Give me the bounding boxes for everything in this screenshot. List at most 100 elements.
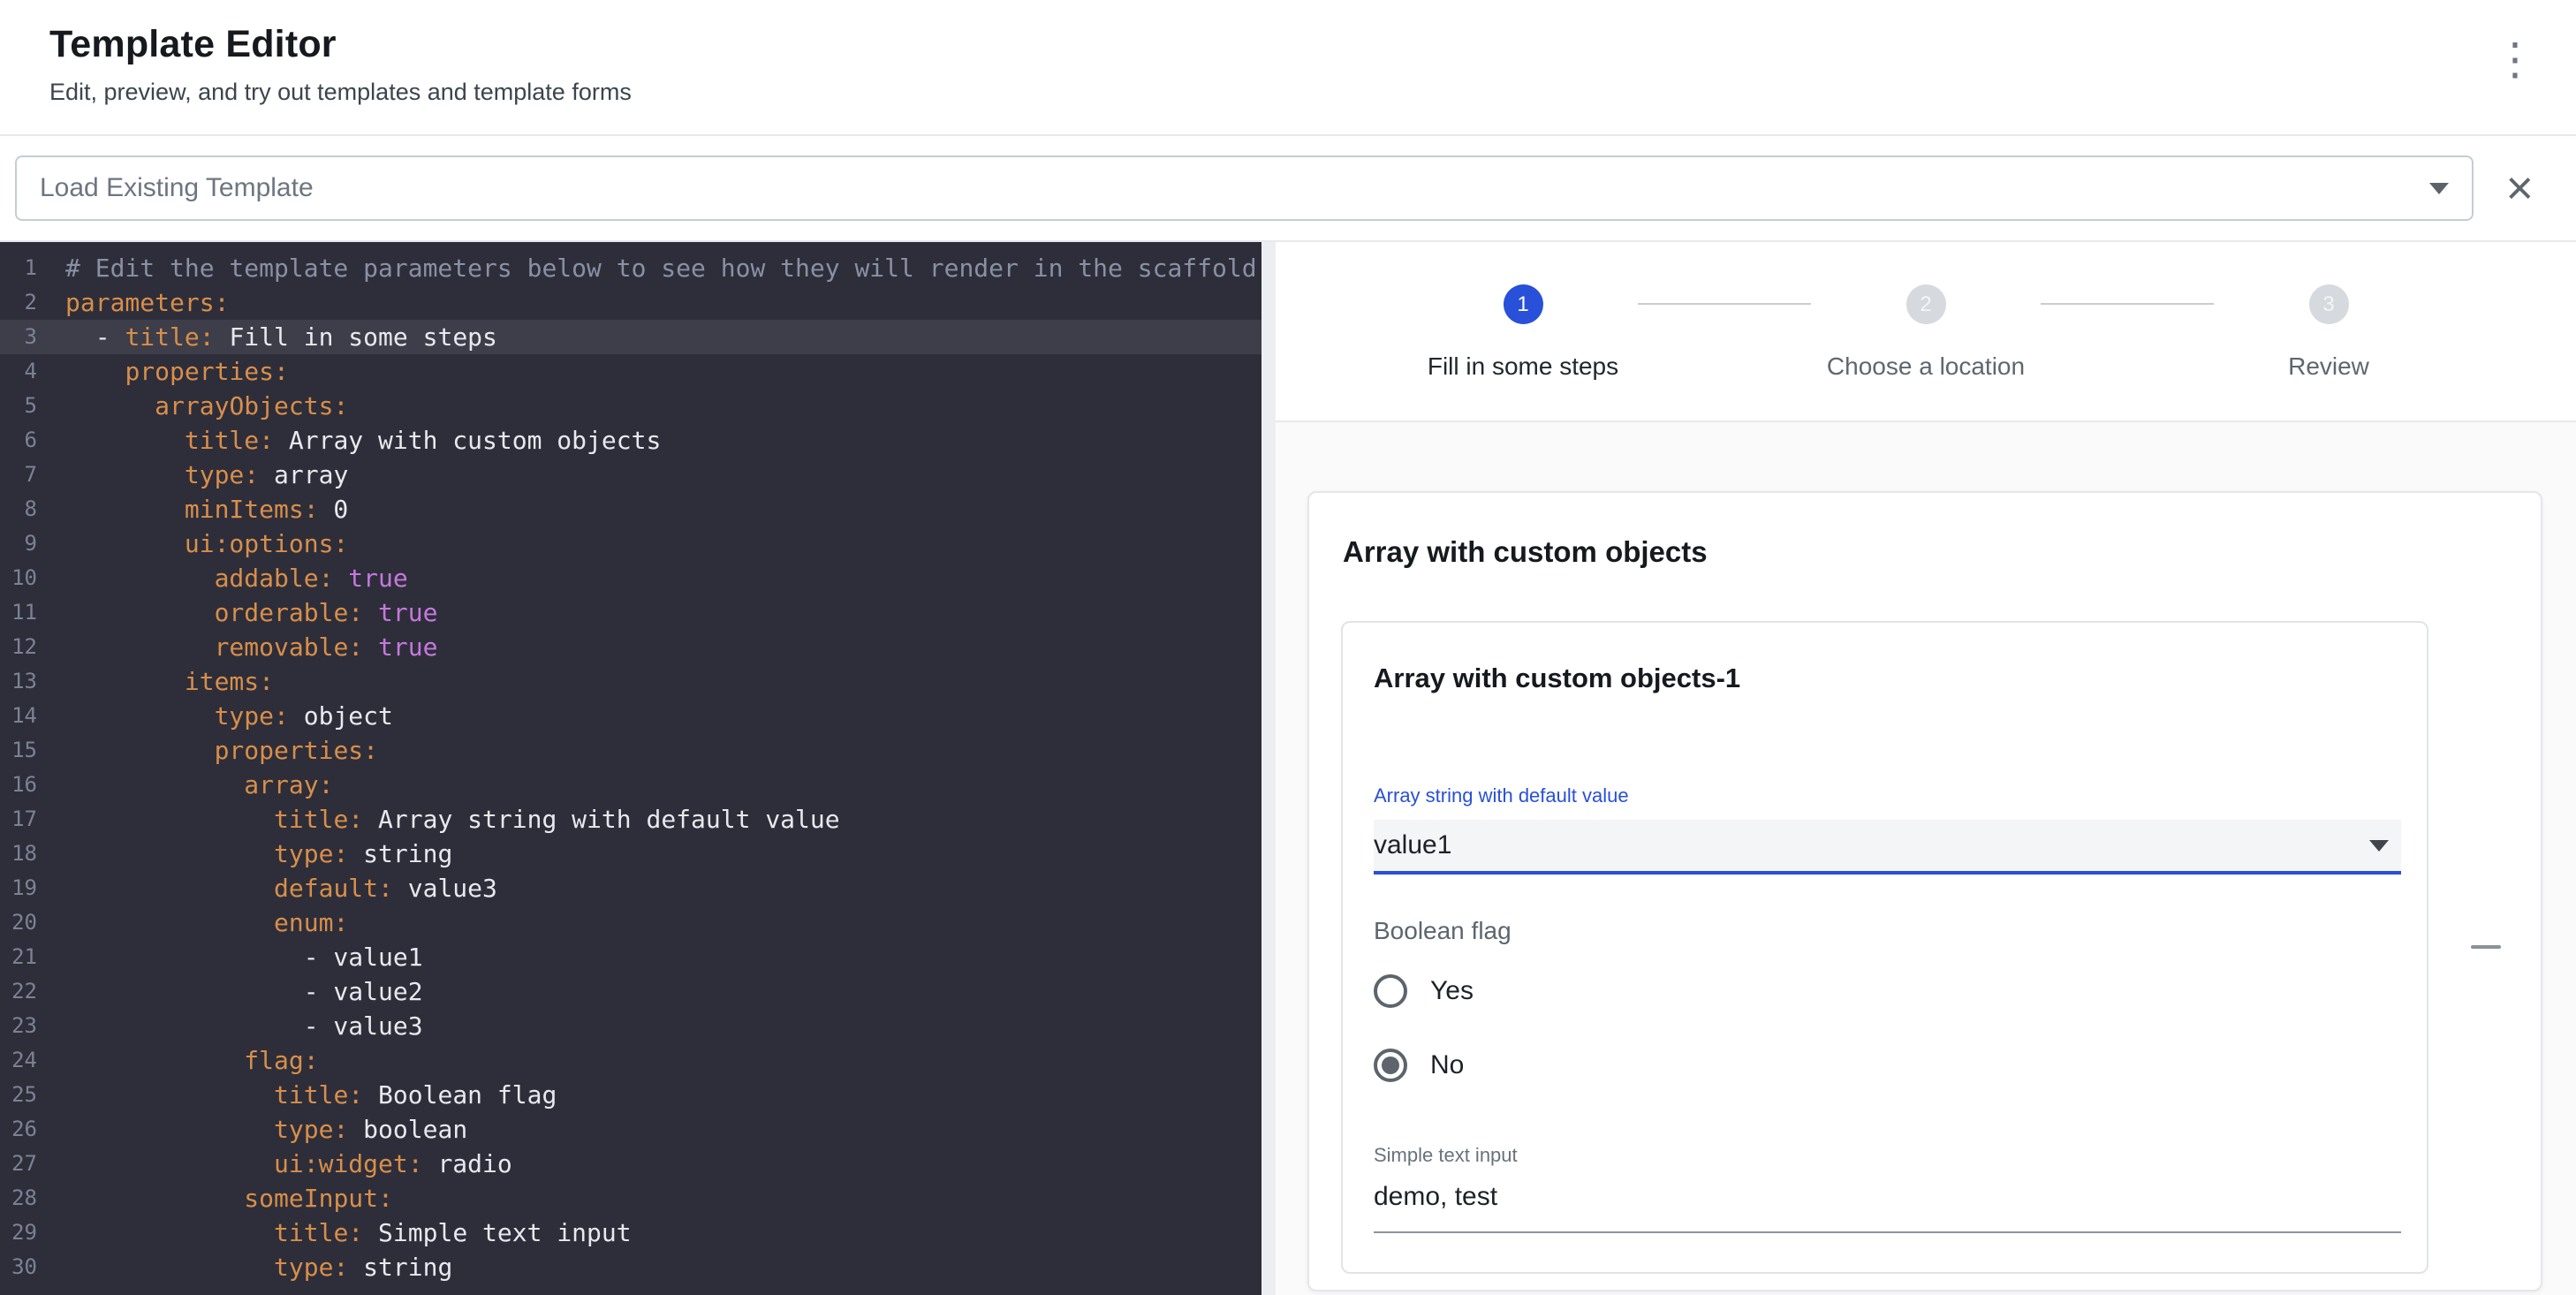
page-title: Template Editor	[49, 23, 632, 66]
code-text: flag:	[65, 1043, 319, 1078]
code-line-16[interactable]: 16 array:	[0, 768, 1261, 802]
code-line-10[interactable]: 10 addable: true	[0, 561, 1261, 595]
code-text: type: string	[65, 837, 452, 871]
code-line-5[interactable]: 5 arrayObjects:	[0, 389, 1261, 423]
page-header: Template Editor Edit, preview, and try o…	[0, 0, 2576, 136]
code-line-3[interactable]: 3 - title: Fill in some steps	[0, 320, 1261, 354]
code-text: type: array	[65, 458, 348, 492]
code-text: array:	[65, 768, 333, 802]
header-text: Template Editor Edit, preview, and try o…	[49, 23, 632, 106]
code-text: items:	[65, 664, 274, 699]
code-line-28[interactable]: 28 someInput:	[0, 1181, 1261, 1215]
code-line-23[interactable]: 23 - value3	[0, 1009, 1261, 1043]
stepper: 1 Fill in some steps 2Choose a location 3Re…	[1276, 242, 2576, 422]
code-line-17[interactable]: 17 title: Array string with default valu…	[0, 802, 1261, 837]
line-number: 29	[0, 1215, 37, 1250]
form-section-title: Array with custom objects	[1343, 535, 1708, 569]
code-line-24[interactable]: 24 flag:	[0, 1043, 1261, 1078]
step-choose-a-location[interactable]: 2Choose a location	[1811, 284, 2041, 381]
remove-item-button[interactable]	[2462, 928, 2510, 966]
code-line-1[interactable]: 1# Edit the template parameters below to…	[0, 251, 1261, 285]
line-number: 11	[0, 595, 37, 630]
line-number: 2	[0, 285, 37, 320]
code-line-19[interactable]: 19 default: value3	[0, 871, 1261, 905]
select-caret-icon	[2369, 840, 2389, 852]
dropdown-caret-icon	[2429, 183, 2449, 194]
step-fill-in-some-steps[interactable]: 1 Fill in some steps	[1408, 284, 1638, 381]
code-line-2[interactable]: 2 parameters:	[0, 285, 1261, 320]
line-number: 7	[0, 458, 37, 492]
code-text: minItems: 0	[65, 492, 348, 526]
editor-scrollbar[interactable]	[1261, 242, 1276, 1295]
load-existing-template-select[interactable]: Load Existing Template	[15, 155, 2474, 221]
array-select[interactable]: value1	[1374, 820, 2401, 875]
code-line-26[interactable]: 26 type: boolean	[0, 1112, 1261, 1147]
radio-option-yes[interactable]: Yes	[1374, 970, 1474, 1012]
code-text: title: Boolean flag	[65, 1078, 557, 1112]
radio-option-label: No	[1430, 1050, 1464, 1080]
page-subtitle: Edit, preview, and try out templates and…	[49, 79, 632, 106]
code-line-15[interactable]: 15 properties:	[0, 733, 1261, 768]
code-text: properties:	[65, 733, 378, 768]
content-split: 1# Edit the template parameters below to…	[0, 242, 2576, 1295]
code-line-22[interactable]: 22 - value2	[0, 974, 1261, 1009]
code-line-20[interactable]: 20 enum:	[0, 905, 1261, 940]
code-line-9[interactable]: 9 ui:options:	[0, 526, 1261, 561]
overflow-menu-icon[interactable]: ⋮	[2493, 37, 2537, 81]
line-number: 14	[0, 699, 37, 733]
code-text: arrayObjects:	[65, 389, 348, 423]
radio-icon	[1374, 1049, 1407, 1082]
code-line-12[interactable]: 12 removable: true	[0, 630, 1261, 664]
line-number: 10	[0, 561, 37, 595]
code-line-27[interactable]: 27 ui:widget: radio	[0, 1147, 1261, 1181]
code-line-21[interactable]: 21 - value1	[0, 940, 1261, 974]
line-number: 15	[0, 733, 37, 768]
form-preview-area: Array with custom objects Array with cus…	[1276, 422, 2576, 1295]
code-text: title: Array string with default value	[65, 802, 840, 837]
code-line-30[interactable]: 30 type: string	[0, 1250, 1261, 1284]
code-text: orderable: true	[65, 595, 437, 630]
code-line-14[interactable]: 14 type: object	[0, 699, 1261, 733]
text-input-underline	[1374, 1231, 2401, 1233]
code-line-8[interactable]: 8 minItems: 0	[0, 492, 1261, 526]
code-text: removable: true	[65, 630, 437, 664]
code-text: - value1	[65, 940, 423, 974]
code-line-13[interactable]: 13 items:	[0, 664, 1261, 699]
yaml-code-editor[interactable]: 1# Edit the template parameters below to…	[0, 242, 1261, 1295]
line-number: 25	[0, 1078, 37, 1112]
step-label: Fill in some steps	[1428, 352, 1618, 381]
array-item-title: Array with custom objects-1	[1374, 663, 1740, 694]
code-line-7[interactable]: 7 type: array	[0, 458, 1261, 492]
code-line-6[interactable]: 6 title: Array with custom objects	[0, 423, 1261, 458]
code-line-29[interactable]: 29 title: Simple text input	[0, 1215, 1261, 1250]
code-line-25[interactable]: 25 title: Boolean flag	[0, 1078, 1261, 1112]
line-number: 13	[0, 664, 37, 699]
clear-icon[interactable]: ×	[2505, 164, 2534, 212]
step-number: 3	[2309, 284, 2349, 324]
load-select-placeholder: Load Existing Template	[40, 173, 314, 203]
code-text: title: Array with custom objects	[65, 423, 661, 458]
text-input[interactable]: demo, test	[1374, 1182, 1497, 1212]
line-number: 27	[0, 1147, 37, 1181]
line-number: 1	[0, 251, 37, 285]
code-text: properties:	[65, 354, 289, 389]
code-text: parameters:	[65, 285, 229, 320]
line-number: 21	[0, 940, 37, 974]
step-connector	[2041, 303, 2214, 305]
line-number: 4	[0, 354, 37, 389]
code-text: - value3	[65, 1009, 423, 1043]
code-line-4[interactable]: 4 properties:	[0, 354, 1261, 389]
code-line-11[interactable]: 11 orderable: true	[0, 595, 1261, 630]
code-line-18[interactable]: 18 type: string	[0, 837, 1261, 871]
radio-option-no[interactable]: No	[1374, 1044, 1474, 1087]
minus-icon	[2471, 945, 2501, 949]
step-number: 1	[1504, 284, 1543, 324]
code-text: type: boolean	[65, 1112, 467, 1147]
array-item-card: Array with custom objects-1 Array string…	[1341, 621, 2428, 1274]
step-label: Choose a location	[1827, 352, 2025, 381]
line-number: 16	[0, 768, 37, 802]
line-number: 5	[0, 389, 37, 423]
step-review[interactable]: 3Review	[2214, 284, 2443, 381]
template-editor-page: Template Editor Edit, preview, and try o…	[0, 0, 2576, 1295]
line-number: 18	[0, 837, 37, 871]
